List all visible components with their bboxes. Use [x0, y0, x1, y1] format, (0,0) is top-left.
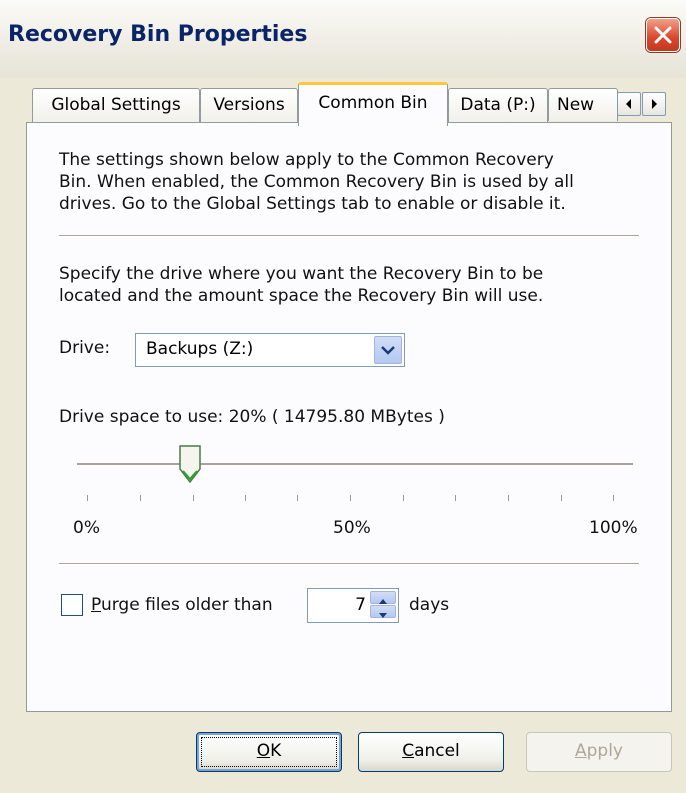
drive-select[interactable]: Backups (Z:)	[135, 333, 405, 367]
purge-label[interactable]: Purge files older than	[91, 595, 273, 615]
purge-checkbox[interactable]	[61, 594, 83, 616]
slider-tick	[403, 495, 404, 501]
chevron-down-icon	[381, 346, 395, 355]
purge-label-text: urge files older than	[100, 595, 273, 615]
spin-up-button[interactable]	[370, 591, 396, 604]
drive-label: Drive:	[59, 338, 111, 358]
apply-button[interactable]: Apply	[526, 732, 672, 772]
tab-panel: The settings shown below apply to the Co…	[26, 122, 672, 712]
slider-tick	[350, 495, 351, 501]
tab-scroll-arrows	[617, 92, 666, 116]
purge-days-spinner[interactable]: 7	[307, 588, 399, 623]
slider-mid-label: 50%	[333, 518, 371, 538]
purge-days-unit: days	[409, 595, 450, 615]
arrow-right-icon	[652, 99, 657, 109]
intro-line-3: drives. Go to the Global Settings tab to…	[59, 194, 566, 214]
close-icon	[654, 26, 672, 44]
window-title: Recovery Bin Properties	[8, 22, 308, 47]
purge-days-value: 7	[355, 595, 366, 615]
apply-mnemonic: A	[574, 741, 587, 761]
slider-min-label: 0%	[73, 518, 100, 538]
slider-tick	[245, 495, 246, 501]
separator	[59, 563, 639, 565]
tab-new[interactable]: New	[548, 88, 618, 121]
slider-thumb[interactable]	[179, 445, 201, 483]
drive-dropdown-button[interactable]	[374, 336, 402, 364]
specify-line-1: Specify the drive where you want the Rec…	[59, 264, 544, 284]
close-button[interactable]	[646, 18, 680, 52]
slider-track[interactable]	[77, 463, 633, 466]
slider-tick	[87, 495, 88, 501]
apply-label: pply	[586, 741, 623, 761]
slider-tick	[455, 495, 456, 501]
slider-tick	[140, 495, 141, 501]
tab-common-bin[interactable]: Common Bin	[298, 82, 448, 126]
drive-select-value: Backups (Z:)	[146, 339, 254, 359]
slider-tick	[561, 495, 562, 501]
ok-button[interactable]: OK	[196, 732, 342, 772]
cancel-button[interactable]: Cancel	[358, 732, 504, 772]
slider-tick	[508, 495, 509, 501]
intro-line-2: Bin. When enabled, the Common Recovery B…	[59, 172, 574, 192]
tab-data-p[interactable]: Data (P:)	[448, 88, 548, 122]
slider-max-label: 100%	[589, 518, 638, 538]
focus-ring	[201, 737, 337, 767]
tab-global-settings[interactable]: Global Settings	[32, 88, 200, 122]
intro-line-1: The settings shown below apply to the Co…	[59, 150, 554, 170]
tab-scroll-left-button[interactable]	[617, 92, 641, 116]
separator	[59, 235, 639, 237]
cancel-label: ancel	[414, 741, 460, 761]
slider-tick	[193, 495, 194, 501]
slider-tick	[297, 495, 298, 501]
specify-line-2: located and the amount space the Recover…	[59, 286, 544, 306]
tab-strip: Global Settings Versions Common Bin Data…	[30, 82, 670, 126]
cancel-mnemonic: C	[402, 741, 415, 761]
arrow-down-icon	[379, 613, 387, 618]
purge-label-mnemonic: P	[91, 595, 101, 615]
properties-dialog: Recovery Bin Properties Global Settings …	[0, 0, 686, 793]
tab-versions[interactable]: Versions	[200, 88, 298, 122]
arrow-left-icon	[626, 99, 631, 109]
tab-scroll-right-button[interactable]	[642, 92, 666, 116]
slider-tick	[613, 495, 614, 501]
drive-space-label: Drive space to use: 20% ( 14795.80 MByte…	[59, 407, 445, 427]
title-bar[interactable]: Recovery Bin Properties	[0, 0, 686, 78]
spin-down-button[interactable]	[370, 605, 396, 618]
spinner-buttons	[370, 591, 396, 618]
